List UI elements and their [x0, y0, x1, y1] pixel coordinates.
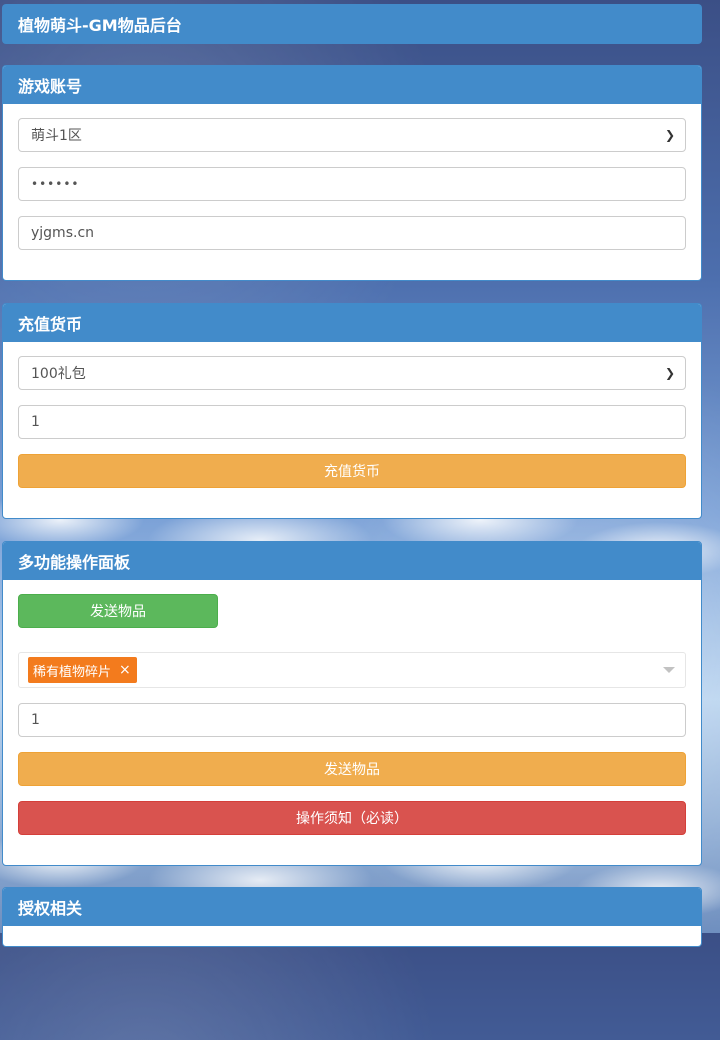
multi-panel-title: 多功能操作面板 — [18, 553, 131, 572]
multi-function-panel: 多功能操作面板 发送物品 稀有植物碎片 × 1 发送物品 操作须知（必读） — [2, 541, 702, 866]
recharge-panel: 充值货币 100礼包 ❯ 1 充值货币 — [2, 303, 702, 519]
server-select[interactable]: 萌斗1区 ❯ — [18, 118, 686, 152]
page-title: 植物萌斗-GM物品后台 — [18, 16, 182, 35]
chevron-down-icon: ❯ — [664, 128, 675, 142]
package-select-value: 100礼包 — [31, 366, 86, 382]
account-panel: 游戏账号 萌斗1区 ❯ •••••• yjgms.cn — [2, 65, 702, 281]
account-panel-heading: 游戏账号 — [3, 66, 701, 104]
multi-panel-heading: 多功能操作面板 — [3, 542, 701, 580]
auth-panel: 授权相关 — [2, 887, 702, 947]
selected-item-tag-label: 稀有植物碎片 — [33, 664, 112, 680]
server-select-value: 萌斗1区 — [31, 128, 82, 144]
caret-down-icon[interactable] — [663, 667, 675, 673]
item-quantity-input[interactable]: 1 — [18, 703, 686, 737]
recharge-panel-heading: 充值货币 — [3, 304, 701, 342]
item-multiselect[interactable]: 稀有植物碎片 × — [18, 652, 686, 688]
page-title-bar: 植物萌斗-GM物品后台 — [2, 4, 702, 44]
recharge-button[interactable]: 充值货币 — [18, 454, 686, 488]
item-quantity-value: 1 — [31, 712, 40, 728]
send-item-tab-button[interactable]: 发送物品 — [18, 594, 218, 628]
password-field[interactable]: •••••• — [18, 167, 686, 201]
recharge-panel-body: 100礼包 ❯ 1 充值货币 — [3, 342, 701, 517]
notice-button[interactable]: 操作须知（必读） — [18, 801, 686, 835]
recharge-quantity-value: 1 — [31, 414, 40, 430]
account-field[interactable]: yjgms.cn — [18, 216, 686, 250]
package-select[interactable]: 100礼包 ❯ — [18, 356, 686, 390]
auth-panel-heading: 授权相关 — [3, 888, 701, 926]
chevron-down-icon: ❯ — [664, 366, 675, 380]
password-field-value: •••••• — [31, 177, 80, 191]
recharge-panel-title: 充值货币 — [18, 315, 83, 334]
account-panel-title: 游戏账号 — [18, 77, 83, 96]
auth-panel-title: 授权相关 — [18, 899, 83, 918]
send-item-button[interactable]: 发送物品 — [18, 752, 686, 786]
account-panel-body: 萌斗1区 ❯ •••••• yjgms.cn — [3, 104, 701, 279]
account-field-value: yjgms.cn — [31, 225, 95, 241]
recharge-quantity-input[interactable]: 1 — [18, 405, 686, 439]
multi-panel-body: 发送物品 稀有植物碎片 × 1 发送物品 操作须知（必读） — [3, 580, 701, 864]
close-icon[interactable]: × — [119, 663, 131, 677]
selected-item-tag: 稀有植物碎片 × — [28, 657, 137, 683]
